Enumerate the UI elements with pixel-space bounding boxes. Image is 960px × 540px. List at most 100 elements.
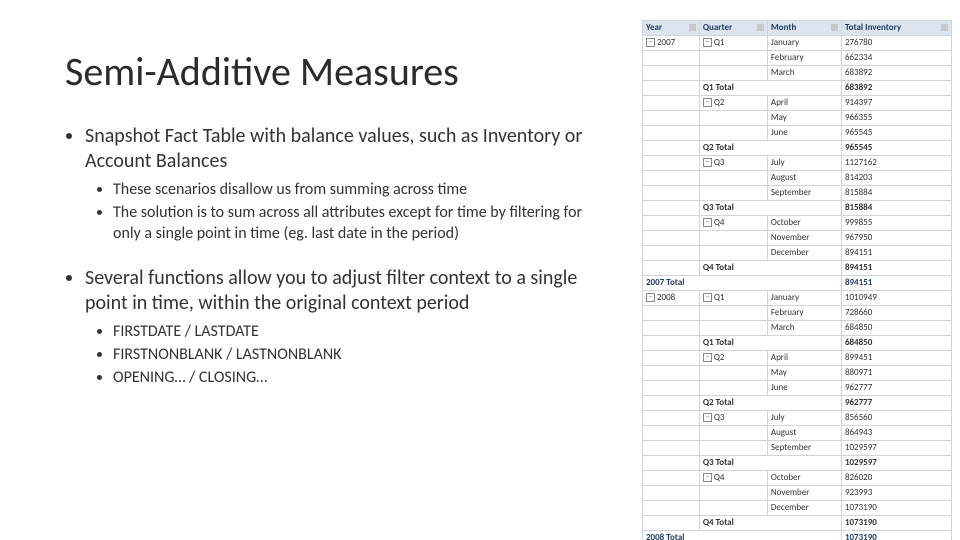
cell-quarter: −Q3: [699, 411, 767, 426]
cell-year: [643, 111, 700, 126]
cell-quarter: [699, 441, 767, 456]
collapse-icon[interactable]: −: [703, 38, 712, 47]
subtotal-label: Q1 Total: [699, 336, 841, 351]
cell-quarter: −Q2: [699, 96, 767, 111]
cell-value: 880971: [841, 366, 951, 381]
cell-month: April: [767, 351, 841, 366]
collapse-icon[interactable]: −: [646, 38, 655, 47]
cell-value: 962777: [841, 381, 951, 396]
table-row: Q3 Total815884: [643, 201, 952, 216]
cell-year: [643, 96, 700, 111]
table-row: March683892: [643, 66, 952, 81]
cell-value: 1029597: [841, 441, 951, 456]
pivot-table: Year Quarter Month Total Inventory −2007…: [642, 20, 952, 540]
table-row: May966355: [643, 111, 952, 126]
subtotal-label: Q4 Total: [699, 516, 841, 531]
subtotal-value: 894151: [841, 261, 951, 276]
table-row: August864943: [643, 426, 952, 441]
bullet-2c: OPENING… / CLOSING…: [113, 368, 605, 389]
pivot-pane: Year Quarter Month Total Inventory −2007…: [642, 20, 952, 540]
table-row: August814203: [643, 171, 952, 186]
table-row: Q4 Total1073190: [643, 516, 952, 531]
table-row: −Q2April914397: [643, 96, 952, 111]
cell-year: [643, 66, 700, 81]
subtotal-label: Q4 Total: [699, 261, 841, 276]
collapse-icon[interactable]: −: [703, 218, 712, 227]
cell-year: [643, 336, 700, 351]
filter-icon[interactable]: [941, 24, 948, 31]
table-row: June962777: [643, 381, 952, 396]
cell-month: May: [767, 111, 841, 126]
table-row: March684850: [643, 321, 952, 336]
subtotal-label: Q3 Total: [699, 456, 841, 471]
cell-quarter: [699, 486, 767, 501]
collapse-icon[interactable]: −: [703, 473, 712, 482]
cell-year: [643, 141, 700, 156]
bullet-list: Snapshot Fact Table with balance values,…: [65, 124, 605, 389]
cell-value: 728660: [841, 306, 951, 321]
table-row: February662334: [643, 51, 952, 66]
cell-month: December: [767, 246, 841, 261]
content-left: Semi-Additive Measures Snapshot Fact Tab…: [65, 50, 605, 411]
table-row: September1029597: [643, 441, 952, 456]
cell-month: February: [767, 306, 841, 321]
subtotal-label: Q2 Total: [699, 141, 841, 156]
page-title: Semi-Additive Measures: [65, 50, 605, 94]
cell-quarter: −Q1: [699, 291, 767, 306]
cell-quarter: [699, 66, 767, 81]
table-row: November967950: [643, 231, 952, 246]
cell-month: September: [767, 186, 841, 201]
collapse-icon[interactable]: −: [703, 158, 712, 167]
cell-year: [643, 231, 700, 246]
cell-quarter: −Q1: [699, 36, 767, 51]
bullet-2: Several functions allow you to adjust fi…: [85, 266, 605, 316]
table-row: −Q4October999855: [643, 216, 952, 231]
table-row: −Q2April899451: [643, 351, 952, 366]
cell-year: −2007: [643, 36, 700, 51]
slide: Semi-Additive Measures Snapshot Fact Tab…: [0, 0, 960, 540]
cell-month: August: [767, 426, 841, 441]
bullet-2a: FIRSTDATE / LASTDATE: [113, 322, 605, 343]
bullet-1-sub: These scenarios disallow us from summing…: [85, 180, 605, 244]
cell-value: 914397: [841, 96, 951, 111]
subtotal-value: 965545: [841, 141, 951, 156]
cell-year: [643, 51, 700, 66]
table-row: Q1 Total683892: [643, 81, 952, 96]
subtotal-value: 683892: [841, 81, 951, 96]
filter-icon[interactable]: [831, 24, 838, 31]
table-row: December894151: [643, 246, 952, 261]
subtotal-label: Q2 Total: [699, 396, 841, 411]
cell-month: July: [767, 411, 841, 426]
table-row: February728660: [643, 306, 952, 321]
cell-year: [643, 186, 700, 201]
cell-year: [643, 171, 700, 186]
table-row: June965545: [643, 126, 952, 141]
table-row: 2008 Total1073190: [643, 531, 952, 540]
col-quarter[interactable]: Quarter: [699, 21, 767, 36]
cell-year: [643, 366, 700, 381]
cell-value: 965545: [841, 126, 951, 141]
cell-month: November: [767, 486, 841, 501]
bullet-1b: The solution is to sum across all attrib…: [113, 203, 605, 245]
col-month[interactable]: Month: [767, 21, 841, 36]
cell-year: [643, 456, 700, 471]
cell-month: August: [767, 171, 841, 186]
collapse-icon[interactable]: −: [646, 293, 655, 302]
cell-month: November: [767, 231, 841, 246]
collapse-icon[interactable]: −: [703, 413, 712, 422]
cell-value: 966355: [841, 111, 951, 126]
bullet-2b: FIRSTNONBLANK / LASTNONBLANK: [113, 345, 605, 366]
bullet-2-sub: FIRSTDATE / LASTDATE FIRSTNONBLANK / LAS…: [85, 322, 605, 388]
cell-quarter: [699, 111, 767, 126]
cell-quarter: −Q2: [699, 351, 767, 366]
collapse-icon[interactable]: −: [703, 98, 712, 107]
col-year[interactable]: Year: [643, 21, 700, 36]
collapse-icon[interactable]: −: [703, 293, 712, 302]
filter-icon[interactable]: [689, 24, 696, 31]
cell-year: [643, 216, 700, 231]
cell-month: March: [767, 66, 841, 81]
col-total-inventory[interactable]: Total Inventory: [841, 21, 951, 36]
collapse-icon[interactable]: −: [703, 353, 712, 362]
filter-icon[interactable]: [757, 24, 764, 31]
cell-year: −2008: [643, 291, 700, 306]
